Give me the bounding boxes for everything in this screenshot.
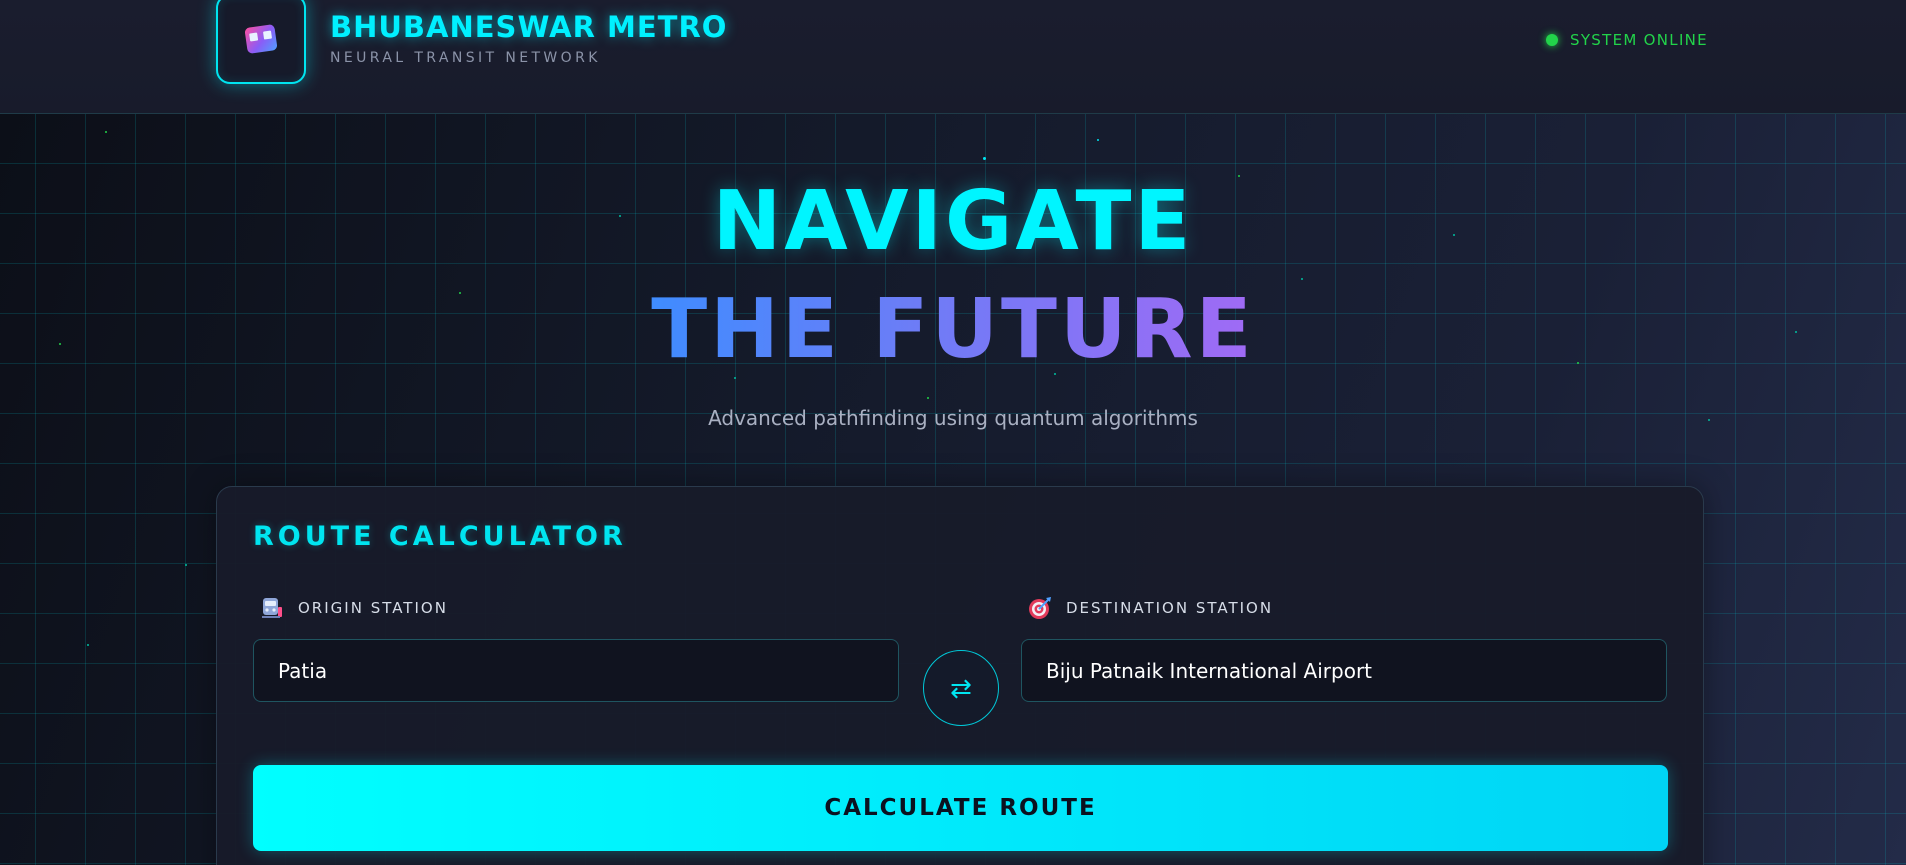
hero-subtitle: Advanced pathfinding using quantum algor…	[708, 406, 1198, 430]
status-text: SYSTEM ONLINE	[1570, 31, 1708, 49]
target-icon	[1028, 596, 1052, 620]
hero-title-line1: NAVIGATE	[712, 174, 1194, 269]
destination-label-text: DESTINATION STATION	[1066, 599, 1274, 617]
origin-label-text: ORIGIN STATION	[298, 599, 448, 617]
card-title: ROUTE CALCULATOR	[253, 521, 627, 552]
particle	[185, 564, 187, 566]
particle	[87, 644, 89, 646]
main-area: NAVIGATE THE FUTURE Advanced pathfinding…	[0, 114, 1906, 865]
destination-station-input[interactable]	[1021, 639, 1667, 702]
swap-stations-button[interactable]: ⇄	[923, 650, 999, 726]
particle	[105, 131, 107, 133]
station-train-icon	[260, 596, 284, 620]
brand-title: BHUBANESWAR METRO	[330, 10, 728, 44]
brand-subtitle: NEURAL TRANSIT NETWORK	[330, 50, 601, 66]
particle	[1097, 139, 1099, 141]
logo-badge[interactable]	[216, 0, 306, 84]
system-status: SYSTEM ONLINE	[1546, 31, 1708, 49]
route-calculator-card: ROUTE CALCULATOR ORIGIN STATION ⇄	[216, 486, 1704, 865]
calculate-route-button[interactable]: CALCULATE ROUTE	[253, 765, 1668, 851]
hero-title-line2: THE FUTURE	[0, 282, 1906, 378]
destination-label: DESTINATION STATION	[1028, 596, 1273, 620]
particle	[927, 397, 929, 399]
origin-label: ORIGIN STATION	[260, 596, 448, 620]
app-header: BHUBANESWAR METRO NEURAL TRANSIT NETWORK…	[0, 0, 1906, 114]
metro-train-icon	[244, 24, 278, 54]
particle	[983, 157, 986, 160]
origin-station-input[interactable]	[253, 639, 899, 702]
particle	[1301, 278, 1303, 280]
swap-arrows-icon: ⇄	[950, 672, 972, 703]
status-dot-icon	[1546, 34, 1558, 46]
hero-title-line2-text: THE FUTURE	[651, 282, 1255, 377]
